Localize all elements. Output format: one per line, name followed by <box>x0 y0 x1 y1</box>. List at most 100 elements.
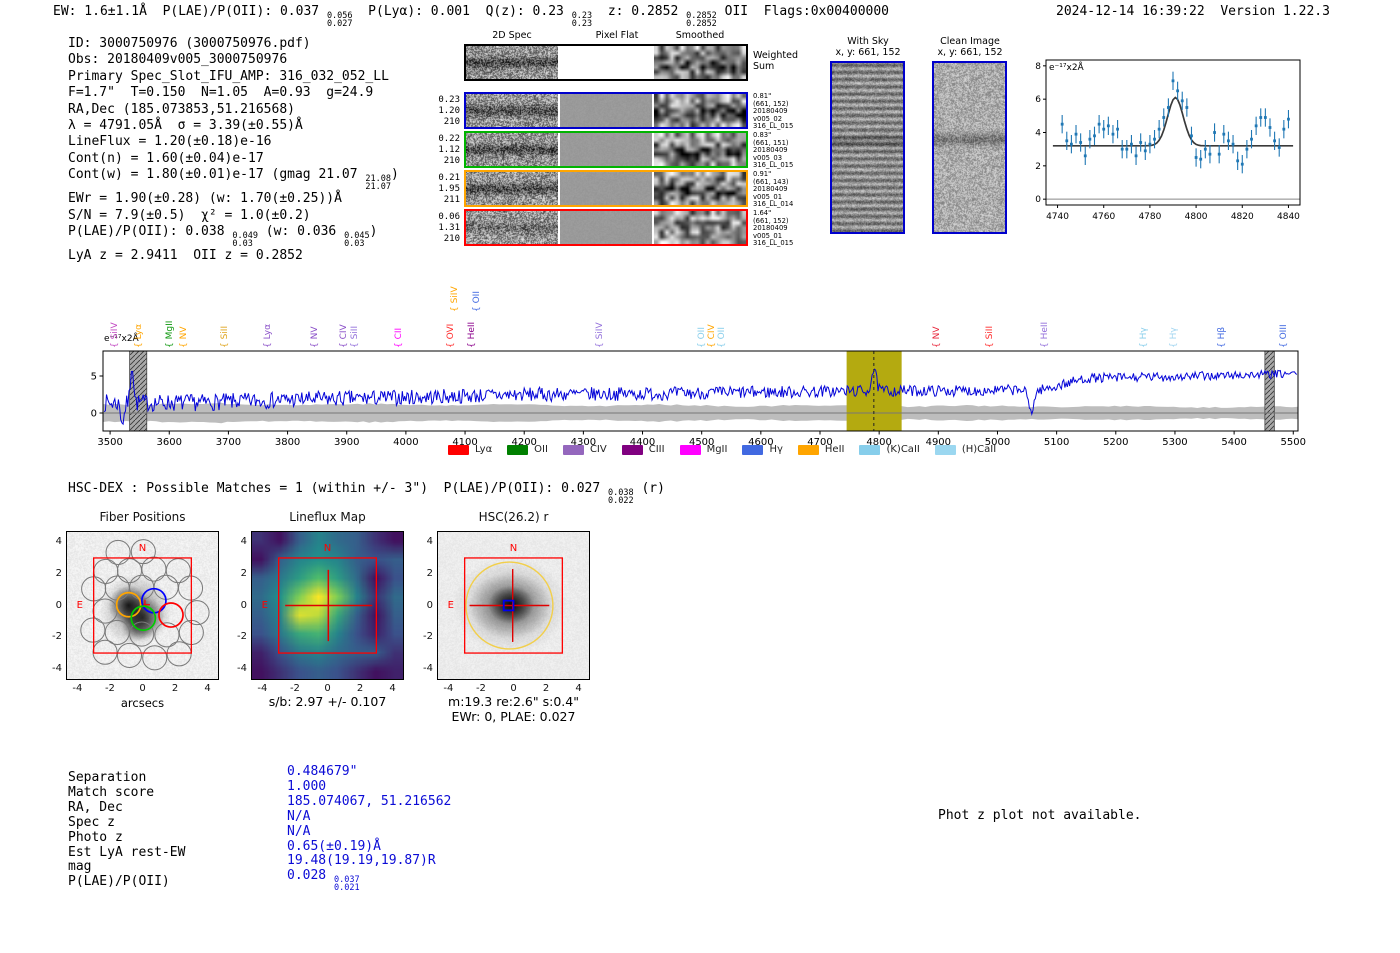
spectral-line-label: { OVI <box>446 323 456 348</box>
hsc-x-tick: 0 <box>510 683 517 694</box>
stacked-value: 0.045 0.03 <box>344 231 370 250</box>
spec2d-left-value: 210 <box>443 116 460 127</box>
legend-item: Lyα <box>448 444 492 455</box>
spectral-line-label: { Hβ <box>1217 326 1227 348</box>
legend-label: (H)CaII <box>961 444 997 455</box>
data-points <box>1060 71 1290 174</box>
legend-label: CIV <box>589 444 607 455</box>
svg-text:3700: 3700 <box>216 437 241 448</box>
fiber-circle <box>93 558 119 584</box>
spec2d-row <box>464 209 748 246</box>
match-table-label: Separation <box>68 770 147 785</box>
spectral-line-label: { MgII <box>165 320 175 348</box>
phot-z-note: Phot z plot not available. <box>938 808 1142 823</box>
fiber-x-tick: 0 <box>139 683 146 694</box>
spectral-line-label: { NV <box>932 326 942 348</box>
y-tick-label: 2 <box>1035 162 1041 172</box>
y-tick-label: 0 <box>1035 195 1041 205</box>
fiber-circle <box>177 575 204 601</box>
svg-text:5400: 5400 <box>1221 437 1246 448</box>
info-line: EWr = 1.90(±0.28) (w: 1.70(±0.25))Å <box>68 191 342 207</box>
spec2d-cell <box>466 211 558 244</box>
clean-coords: x, y: 661, 152 <box>937 47 1003 58</box>
svg-text:4000: 4000 <box>393 437 418 448</box>
spectral-line-label: { NV <box>310 326 320 348</box>
spec2d-row <box>464 92 748 129</box>
stacked-value: 0.056 0.027 <box>326 11 353 29</box>
match-table-label: Spec z <box>68 814 115 830</box>
x-tick-label: 4780 <box>1138 212 1161 222</box>
spectral-line-label: { SiIV <box>595 322 605 348</box>
stacked-value: 0.038 0.022 <box>608 488 634 506</box>
weighted-sum-line: Weighted <box>753 50 798 61</box>
selected-fiber-circle <box>130 605 157 632</box>
match-table-value: 0.028 0.037 0.021 <box>287 868 360 894</box>
fiber-y-tick: -4 <box>52 662 62 674</box>
info-line: RA,Dec (185.073853,51.216568) <box>68 101 295 117</box>
legend-swatch <box>621 444 643 455</box>
lineflux-x-tick: -4 <box>257 683 268 694</box>
smoothed-cell <box>654 133 746 166</box>
weighted-sum-line: Sum <box>753 61 775 72</box>
match-table-label: P(LAE)/P(OII) <box>68 874 170 890</box>
stacked-value: 0.23 0.23 <box>571 11 593 29</box>
fiber-circle <box>116 642 143 668</box>
match-table-value: N/A <box>287 823 311 839</box>
compass-east: E <box>77 600 83 611</box>
svg-text:3500: 3500 <box>97 437 122 448</box>
fiber-circle <box>92 598 118 624</box>
legend-item: (K)CaII <box>859 444 920 455</box>
legend-label: (K)CaII <box>886 444 920 455</box>
hsc-caption-1: m:19.3 re:2.6" s:0.4" <box>448 694 579 709</box>
line-fit-svg: 4740 4760 4780 4800 4820 4840 0 2 4 6 8 e⁻¹⁷x2Å <box>1035 59 1301 222</box>
full-spectrum-svg: 3500 3600 3700 3800 3900 4000 4100 4200 4300 4400… <box>91 350 1306 448</box>
spectral-line-label: { Hγ <box>1169 327 1179 348</box>
legend-swatch <box>934 444 956 455</box>
spec2d-row-left-label: 0.22 1.12 210 <box>426 134 460 166</box>
info-line: S/N = 7.9(±0.5) χ² = 1.0(±0.2) <box>68 207 311 223</box>
lineflux-map-title: Lineflux Map <box>289 510 366 524</box>
pixelflat-cell <box>560 172 652 205</box>
x-tick-label: 4800 <box>1185 212 1208 222</box>
full-spectrum-chart: 3500 3600 3700 3800 3900 4000 4100 4200 4300 4400… <box>85 345 1310 457</box>
spec2d-header-smoothed: Smoothed <box>675 30 725 41</box>
y-tick-label: 8 <box>1035 62 1041 72</box>
lineflux-map-plot: NE <box>251 531 404 680</box>
fiber-y-tick: 2 <box>55 567 62 579</box>
spec2d-right-value: 316_LL_015 <box>753 161 794 170</box>
y-tick-label: 6 <box>1035 95 1041 105</box>
spec2d-row <box>464 44 748 81</box>
lineflux-x-tick: 2 <box>356 683 364 694</box>
spectral-line-label: { OII <box>472 291 482 312</box>
match-table-value: 0.484679" <box>287 764 358 779</box>
info-line: Cont(n) = 1.60(±0.04)e-17 <box>68 150 264 166</box>
svg-text:3900: 3900 <box>334 437 359 448</box>
lineflux-map-overlay: NE <box>251 531 404 680</box>
match-table-value: 0.65(±0.19)Å <box>287 838 381 854</box>
stacked-value: 0.2852 0.2852 <box>686 11 717 29</box>
lineflux-y-tick: 0 <box>240 599 247 611</box>
spectral-line-label: { Lyα <box>134 323 144 348</box>
stacked-value: 0.037 0.021 <box>333 875 360 894</box>
x-tick-label: 4820 <box>1231 212 1254 222</box>
svg-text:5500: 5500 <box>1281 437 1306 448</box>
hsc-x-tick: -4 <box>443 683 454 694</box>
fiber-positions-overlay: NE <box>66 531 219 680</box>
spec2d-left-value: 0.22 <box>438 134 460 144</box>
hsc-x-tick: 2 <box>542 683 550 694</box>
hatch-region <box>1264 350 1275 432</box>
fiber-positions-plot: NE <box>66 531 219 680</box>
hsc-x-tick: -2 <box>475 683 486 694</box>
selected-fiber-circle <box>115 591 142 618</box>
clean-title-text: Clean Image <box>940 36 1000 47</box>
x-tick-label: 4840 <box>1277 212 1300 222</box>
svg-text:5: 5 <box>91 372 97 383</box>
pixelflat-cell <box>560 133 652 166</box>
info-line: P(LAE)/P(OII): 0.038 0.049 0.03 (w: 0.036… <box>68 224 378 250</box>
spectral-line-label: { NV <box>179 326 189 348</box>
units-label: e⁻¹⁷x2Å <box>1049 61 1085 73</box>
info-line: ID: 3000750976 (3000750976.pdf) <box>68 36 311 51</box>
x-tick-label: 4740 <box>1046 212 1069 222</box>
spectral-line-label: { SiII <box>220 325 230 348</box>
legend-swatch <box>679 444 701 455</box>
